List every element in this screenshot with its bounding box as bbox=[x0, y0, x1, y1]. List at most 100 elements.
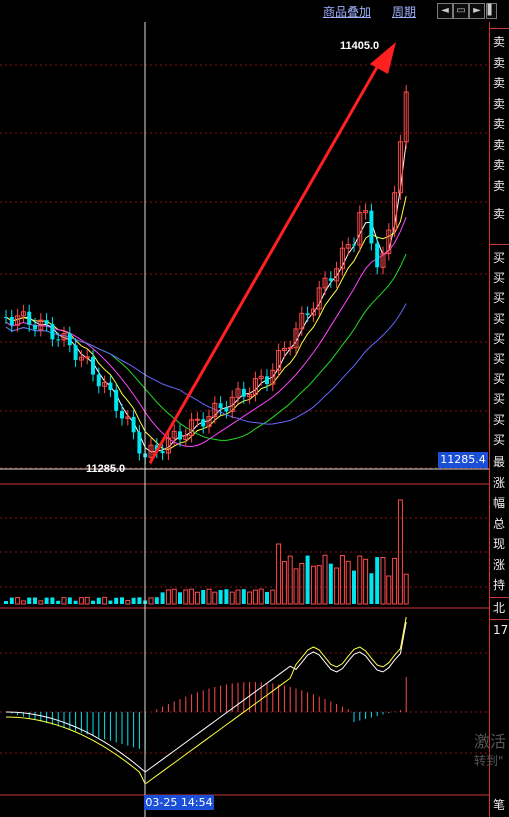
ma-line-10 bbox=[5, 196, 407, 451]
volume-bar bbox=[247, 591, 253, 605]
volume-bar bbox=[241, 589, 246, 604]
macd-dif-line bbox=[5, 621, 407, 773]
panel-separator bbox=[490, 244, 509, 245]
volume-bar bbox=[50, 597, 55, 604]
volume-bar bbox=[96, 597, 101, 604]
trade-label: 笔 bbox=[493, 798, 506, 812]
activation-watermark: 激活 bbox=[474, 732, 507, 751]
volume-bar bbox=[114, 597, 119, 604]
quote-stat-label: 总 bbox=[493, 516, 506, 531]
quote-stat-label: 涨 bbox=[493, 475, 506, 490]
candle-down bbox=[328, 278, 333, 281]
volume-bar bbox=[345, 560, 351, 605]
volume-bar bbox=[201, 589, 206, 604]
buy-level-label: 买 bbox=[493, 352, 506, 366]
candle-down bbox=[369, 210, 374, 244]
volume-bar bbox=[189, 588, 195, 605]
buy-level-label: 买 bbox=[493, 271, 506, 286]
ma-line-20 bbox=[5, 216, 407, 448]
volume-bar bbox=[339, 554, 345, 605]
quote-stat-label: 最 bbox=[493, 455, 506, 469]
volume-bar bbox=[84, 596, 90, 605]
candle-down bbox=[4, 317, 8, 318]
period-button[interactable]: 周期 bbox=[392, 3, 416, 20]
candle-down bbox=[201, 419, 206, 427]
panel-separator bbox=[490, 28, 509, 29]
sell-level-label: 卖 bbox=[493, 76, 506, 90]
volume-bar bbox=[392, 557, 398, 605]
volume-bar bbox=[386, 575, 392, 605]
volume-bar bbox=[305, 555, 310, 604]
north-flow-label: 北 bbox=[493, 601, 506, 615]
sell-level-label: 卖 bbox=[493, 96, 506, 111]
left-arrow-icon[interactable]: ◄ bbox=[437, 3, 453, 19]
sell-level-label: 卖 bbox=[493, 158, 506, 172]
candle-down bbox=[67, 333, 72, 346]
volume-bar bbox=[229, 591, 235, 605]
quote-stat-label: 涨 bbox=[493, 557, 506, 572]
volume-bar bbox=[258, 588, 264, 605]
candle-down bbox=[305, 313, 310, 316]
volume-bar bbox=[154, 597, 159, 604]
volume-bar bbox=[125, 600, 131, 605]
candle-up bbox=[84, 356, 90, 359]
sell-level-label: 卖 bbox=[493, 55, 506, 70]
candle-down bbox=[9, 317, 14, 326]
volume-bar bbox=[56, 600, 61, 604]
sell-level-label: 卖 bbox=[493, 117, 506, 131]
volume-bar bbox=[9, 597, 14, 604]
candle-down bbox=[131, 416, 136, 433]
buy-level-label: 买 bbox=[493, 251, 506, 265]
volume-bar bbox=[380, 557, 386, 605]
candle-down bbox=[120, 410, 124, 419]
volume-bar bbox=[27, 597, 32, 604]
candle-down bbox=[375, 243, 380, 268]
volume-bar bbox=[281, 561, 287, 605]
volume-bar bbox=[265, 592, 269, 604]
volume-bar bbox=[212, 591, 218, 605]
toolbar: 商品叠加 周期 ◄ ▭ ► ▌ bbox=[0, 0, 509, 22]
right-arrow-icon[interactable]: ► bbox=[469, 3, 485, 19]
volume-bar bbox=[108, 600, 113, 604]
sell-level-label: 卖 bbox=[493, 207, 506, 221]
candle-down bbox=[224, 408, 229, 412]
volume-bar bbox=[310, 565, 316, 605]
activation-watermark-sub: 转到" bbox=[474, 754, 504, 768]
overlay-button[interactable]: 商品叠加 bbox=[323, 3, 371, 20]
candle-down bbox=[73, 345, 78, 360]
sell-level-label: 卖 bbox=[493, 35, 506, 49]
candle-down bbox=[44, 320, 49, 324]
candle-down bbox=[160, 451, 165, 454]
volume-bar bbox=[148, 597, 154, 605]
candle-down bbox=[27, 311, 32, 325]
volume-bar bbox=[44, 597, 49, 604]
volume-bar bbox=[15, 597, 21, 605]
buy-level-label: 买 bbox=[493, 311, 506, 326]
trend-arrow bbox=[148, 42, 396, 464]
order-book-panel: 卖卖卖卖卖卖卖卖卖买买买买买买买买买买最涨幅总现涨持北 17 笔 bbox=[489, 22, 509, 817]
buy-level-label: 买 bbox=[493, 412, 506, 427]
volume-bar bbox=[363, 558, 369, 605]
candlestick-chart[interactable]: 11405.0 11285.0 bbox=[0, 22, 489, 817]
volume-bar bbox=[61, 597, 67, 605]
fullscreen-icon[interactable]: ▌ bbox=[486, 3, 497, 19]
volume-bar bbox=[183, 589, 189, 605]
candle-down bbox=[265, 376, 269, 385]
candle-down bbox=[178, 431, 182, 440]
volume-bar bbox=[322, 554, 328, 605]
candle-down bbox=[108, 382, 113, 390]
volume-bar bbox=[403, 573, 409, 605]
volume-bar bbox=[165, 589, 171, 605]
macd-dea-line bbox=[5, 616, 407, 785]
volume-bar bbox=[235, 589, 241, 605]
candle-up bbox=[287, 347, 293, 350]
volume-bar bbox=[276, 543, 282, 605]
crosshair-time-box: 03-25 14:54 bbox=[144, 795, 214, 810]
low-price-label: 11285.0 bbox=[86, 463, 125, 475]
sell-level-label: 卖 bbox=[493, 137, 506, 152]
buy-level-label: 买 bbox=[493, 392, 506, 407]
volume-bar bbox=[334, 567, 340, 605]
volume-bar bbox=[218, 590, 223, 604]
window-icon[interactable]: ▭ bbox=[453, 3, 469, 19]
panel-separator bbox=[490, 619, 509, 620]
